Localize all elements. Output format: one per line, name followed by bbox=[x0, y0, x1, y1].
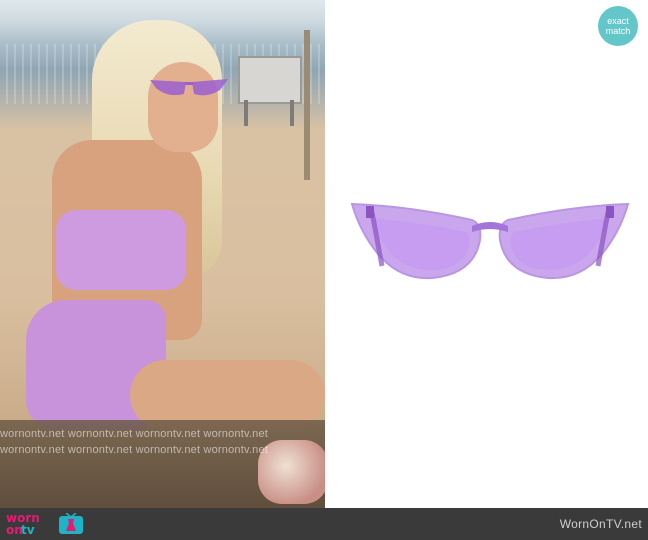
scene-photo: wornontv.net wornontv.net wornontv.net w… bbox=[0, 0, 325, 508]
badge-line: exact bbox=[607, 16, 629, 26]
watermark-row: wornontv.net wornontv.net wornontv.net w… bbox=[0, 428, 269, 440]
tv-dress-icon bbox=[59, 513, 83, 534]
cat-eye-sunglasses-icon[interactable] bbox=[348, 196, 632, 292]
badge-line: match bbox=[605, 26, 631, 36]
tower-leg bbox=[244, 100, 248, 126]
wooden-pole bbox=[304, 30, 310, 180]
worn-sunglasses bbox=[150, 79, 228, 96]
lifeguard-tower bbox=[238, 56, 302, 104]
tower-leg bbox=[290, 100, 294, 126]
site-name[interactable]: WornOnTV.net bbox=[560, 517, 642, 531]
footer-bar: worn on tv WornOnTV.net bbox=[0, 508, 648, 540]
watermark-row: wornontv.net wornontv.net wornontv.net w… bbox=[0, 444, 269, 456]
lavender-bikini-top bbox=[56, 210, 186, 290]
exact-match-badge: exact match bbox=[598, 6, 638, 46]
wornontv-logo[interactable]: worn on tv bbox=[6, 511, 86, 537]
logo-tv-text: tv bbox=[21, 523, 35, 537]
